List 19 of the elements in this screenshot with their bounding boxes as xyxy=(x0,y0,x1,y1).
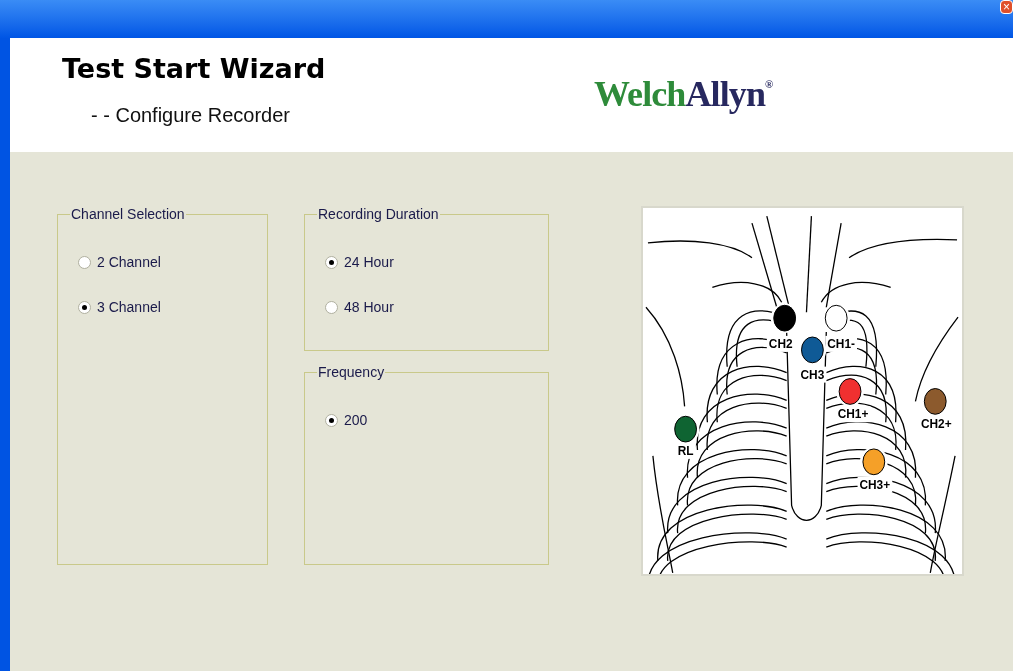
electrode-label: CH2 xyxy=(768,336,793,351)
electrode-label: CH2+ xyxy=(920,417,952,432)
electrode-label: RL xyxy=(677,443,694,458)
group-title: Recording Duration xyxy=(317,206,440,222)
radio-option[interactable]: 200 xyxy=(325,411,368,429)
electrode-label: CH3 xyxy=(800,367,825,382)
radio-option[interactable]: 2 Channel xyxy=(78,253,161,271)
close-button[interactable]: × xyxy=(1000,0,1013,14)
radio-option[interactable]: 24 Hour xyxy=(325,253,394,271)
radio-option[interactable]: 3 Channel xyxy=(78,298,161,316)
electrode-label: CH1+ xyxy=(837,407,869,422)
wizard-title: Test Start Wizard xyxy=(62,52,327,86)
radio-option[interactable]: 48 Hour xyxy=(325,298,394,316)
group-title: Frequency xyxy=(317,364,386,380)
group-title: Channel Selection xyxy=(70,206,186,222)
electrode-label: CH3+ xyxy=(859,477,891,492)
logo: WelchAllyn® xyxy=(594,74,773,114)
wizard-subtitle: - - Configure Recorder xyxy=(90,103,291,128)
electrode-label: CH1- xyxy=(827,336,855,351)
